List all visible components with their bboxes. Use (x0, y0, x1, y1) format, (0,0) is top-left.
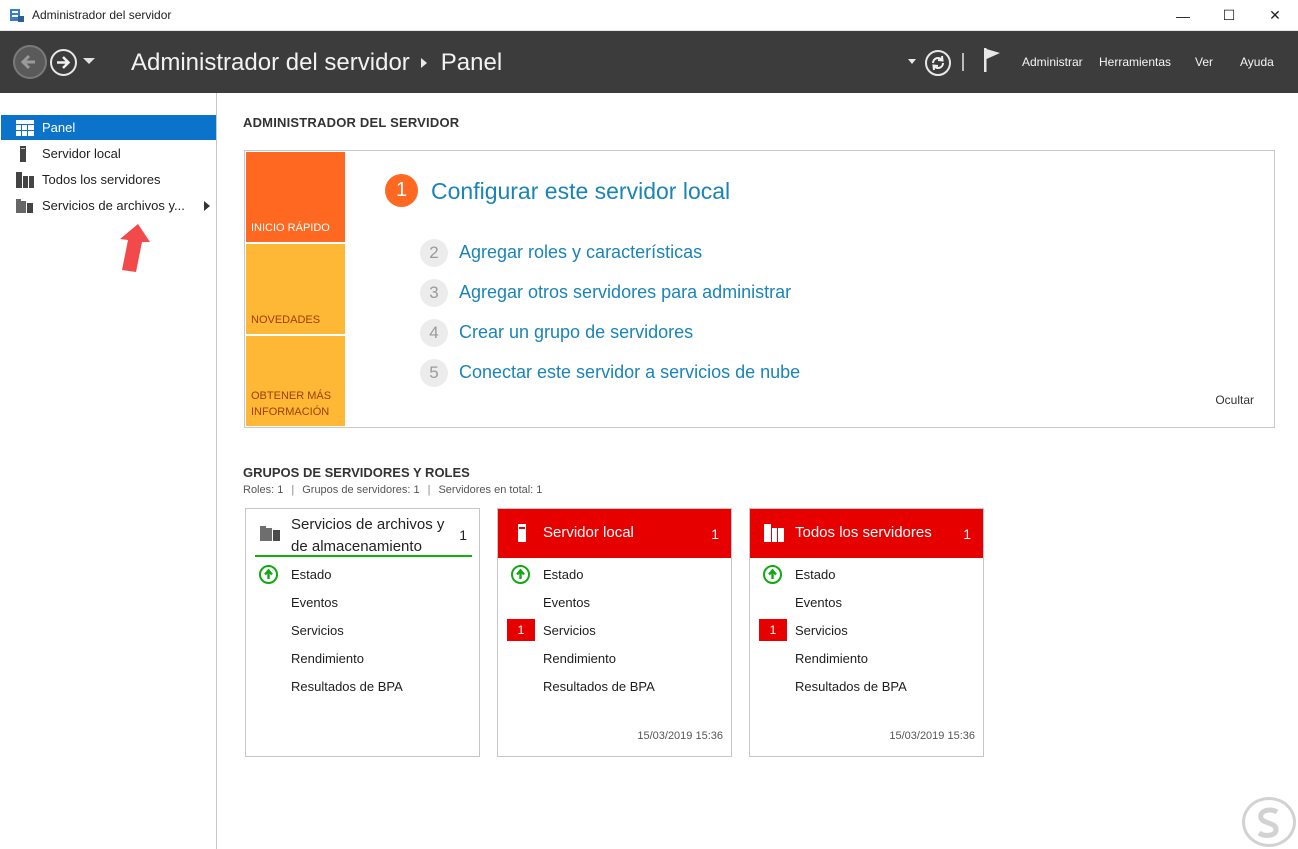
maximize-button[interactable]: ☐ (1206, 0, 1252, 31)
card-header[interactable]: Servicios de archivos y de almacenamient… (246, 509, 479, 558)
alert-count-badge: 1 (507, 619, 535, 641)
card-row-rendimiento[interactable]: Rendimiento (498, 644, 731, 672)
card-row-estado[interactable]: Estado (246, 560, 479, 588)
close-button[interactable]: ✕ (1252, 0, 1298, 31)
card-row-eventos[interactable]: Eventos (246, 588, 479, 616)
server-manager-app-icon (9, 7, 25, 23)
welcome-panel: INICIO RÁPIDO NOVEDADES OBTENER MÁS INFO… (244, 150, 1275, 428)
role-card-file-services[interactable]: Servicios de archivos y de almacenamient… (245, 508, 480, 757)
sidebar-item-servicios-de-archivos[interactable]: Servicios de archivos y... (1, 193, 216, 218)
header-divider (962, 53, 964, 71)
card-header[interactable]: Servidor local 1 (498, 509, 731, 558)
step-number-4: 4 (420, 319, 448, 347)
file-services-icon (260, 523, 280, 543)
card-timestamp: 15/03/2019 15:36 (637, 730, 723, 742)
breadcrumb-root[interactable]: Administrador del servidor (131, 49, 410, 77)
card-title: Servicios de archivos y de almacenamient… (291, 516, 445, 555)
sidebar-item-label: Servicios de archivos y... (42, 198, 185, 213)
refresh-icon (932, 55, 944, 71)
card-row-rendimiento[interactable]: Rendimiento (750, 644, 983, 672)
step-link-agregar-roles[interactable]: Agregar roles y características (459, 242, 702, 263)
breadcrumb-chevron-icon (420, 58, 427, 68)
card-row-estado[interactable]: Estado (750, 560, 983, 588)
card-row-servicios[interactable]: Servicios (246, 616, 479, 644)
card-row-bpa[interactable]: Resultados de BPA (498, 672, 731, 700)
card-count: 1 (711, 526, 719, 542)
window-titlebar: Administrador del servidor — ☐ ✕ (0, 0, 1298, 31)
step-number-1: 1 (385, 174, 418, 207)
card-count: 1 (963, 526, 971, 542)
refresh-button[interactable] (925, 50, 951, 76)
step-link-conectar-nube[interactable]: Conectar este servidor a servicios de nu… (459, 362, 800, 383)
tile-inicio-rapido[interactable]: INICIO RÁPIDO (246, 152, 345, 242)
card-row-estado[interactable]: Estado (498, 560, 731, 588)
menu-administrar[interactable]: Administrar (1022, 55, 1083, 69)
card-title: Servidor local (543, 524, 634, 541)
groups-section-title: GRUPOS DE SERVIDORES Y ROLES (243, 465, 470, 480)
servers-icon (764, 523, 784, 543)
roles-count: Roles: 1 (243, 484, 284, 496)
card-row-bpa[interactable]: Resultados de BPA (750, 672, 983, 700)
window-title: Administrador del servidor (32, 8, 172, 22)
menu-ver[interactable]: Ver (1195, 55, 1213, 69)
expand-chevron-icon[interactable] (204, 201, 210, 211)
red-pointer-arrow-icon (120, 224, 150, 272)
arrow-right-icon (57, 56, 71, 69)
alert-count-badge: 1 (759, 619, 787, 641)
card-row-servicios[interactable]: 1 Servicios (750, 616, 983, 644)
back-button[interactable] (13, 45, 47, 79)
role-card-local-server[interactable]: Servidor local 1 Estado Eventos 1 Servic… (497, 508, 732, 757)
refresh-dropdown-icon[interactable] (908, 59, 916, 64)
sidebar-item-panel[interactable]: Panel (1, 115, 216, 140)
server-icon (16, 145, 34, 162)
status-ok-arrow-icon (763, 565, 782, 584)
step-number-2: 2 (420, 239, 448, 267)
step-link-crear-grupo[interactable]: Crear un grupo de servidores (459, 322, 693, 343)
card-header[interactable]: Todos los servidores 1 (750, 509, 983, 558)
breadcrumb: Administrador del servidor Panel (131, 49, 502, 77)
total-servers-count: Servidores en total: 1 (438, 484, 543, 496)
arrow-left-icon (20, 54, 35, 70)
menu-herramientas[interactable]: Herramientas (1099, 55, 1171, 69)
groups-summary: Roles: 1 | Grupos de servidores: 1 | Servido… (243, 484, 543, 496)
step-link-configurar[interactable]: Configurar este servidor local (431, 178, 730, 205)
card-row-eventos[interactable]: Eventos (750, 588, 983, 616)
dashboard-icon (16, 119, 34, 136)
notifications-flag-icon[interactable] (982, 47, 1002, 73)
servers-icon (16, 171, 34, 188)
sidebar-item-label: Todos los servidores (42, 172, 161, 187)
welcome-section-title: ADMINISTRADOR DEL SERVIDOR (243, 115, 460, 130)
breadcrumb-current: Panel (440, 49, 503, 76)
sidebar-item-todos-los-servidores[interactable]: Todos los servidores (1, 167, 216, 192)
status-ok-arrow-icon (511, 565, 530, 584)
card-title: Todos los servidores (795, 524, 932, 541)
card-row-rendimiento[interactable]: Rendimiento (246, 644, 479, 672)
card-row-servicios[interactable]: 1 Servicios (498, 616, 731, 644)
step-link-agregar-servidores[interactable]: Agregar otros servidores para administra… (459, 282, 791, 303)
minimize-button[interactable]: — (1160, 0, 1206, 31)
server-icon (512, 523, 532, 543)
role-card-all-servers[interactable]: Todos los servidores 1 Estado Eventos 1 … (749, 508, 984, 757)
status-ok-underline (255, 555, 472, 557)
card-row-eventos[interactable]: Eventos (498, 588, 731, 616)
tile-obtener-mas-informacion[interactable]: OBTENER MÁS INFORMACIÓN (246, 336, 345, 426)
card-timestamp: 15/03/2019 15:36 (889, 730, 975, 742)
tile-novedades[interactable]: NOVEDADES (246, 244, 345, 334)
card-row-bpa[interactable]: Resultados de BPA (246, 672, 479, 700)
card-count: 1 (459, 527, 467, 543)
step-number-5: 5 (420, 359, 448, 387)
status-ok-arrow-icon (259, 565, 278, 584)
sidebar-item-label: Servidor local (42, 146, 121, 161)
menu-ayuda[interactable]: Ayuda (1240, 55, 1274, 69)
hide-welcome-link[interactable]: Ocultar (1215, 393, 1254, 407)
server-groups-count: Grupos de servidores: 1 (302, 484, 420, 496)
history-dropdown-icon[interactable] (83, 58, 95, 64)
forward-button[interactable] (50, 49, 77, 76)
sidebar-item-servidor-local[interactable]: Servidor local (1, 141, 216, 166)
watermark-logo-icon (1242, 797, 1296, 847)
step-number-3: 3 (420, 279, 448, 307)
file-services-icon (16, 198, 34, 214)
sidebar-item-label: Panel (42, 120, 76, 135)
